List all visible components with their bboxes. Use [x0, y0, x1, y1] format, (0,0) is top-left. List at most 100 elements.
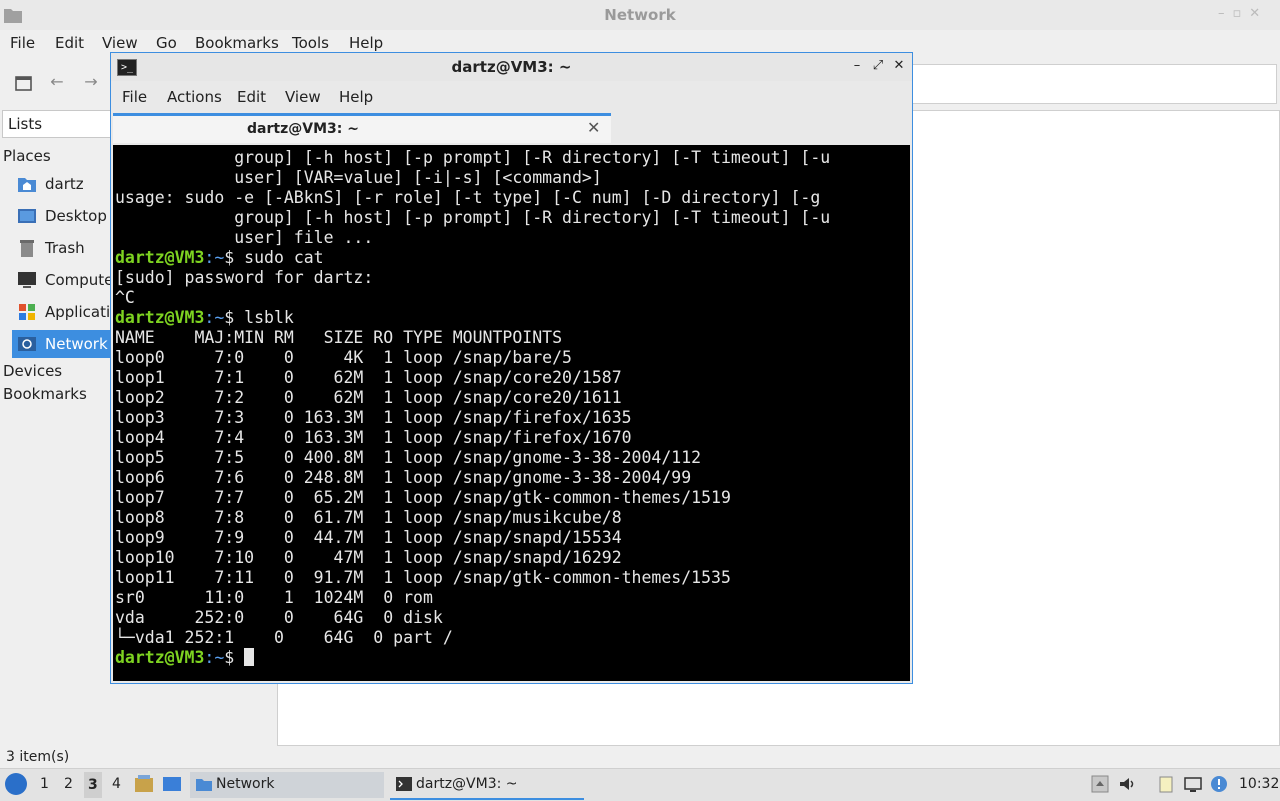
- terminal-menubar: File Actions Edit View Help: [111, 83, 912, 109]
- workspace-3[interactable]: 3: [84, 772, 102, 798]
- terminal-output-line: loop1 7:1 0 62M 1 loop /snap/core20/1587: [115, 368, 622, 387]
- terminal-menu-file[interactable]: File: [122, 88, 147, 106]
- network-icon: [18, 337, 36, 351]
- terminal-titlebar[interactable]: >_ dartz@VM3: ~ – ⤢ ✕: [111, 53, 912, 81]
- workspace-2[interactable]: 2: [64, 776, 73, 792]
- terminal-tab-label: dartz@VM3: ~: [247, 121, 359, 137]
- menu-help[interactable]: Help: [349, 34, 383, 52]
- terminal-output-line: vda 252:0 0 64G 0 disk: [115, 608, 443, 627]
- task-label: Network: [216, 776, 275, 792]
- terminal-output-line: usage: sudo -e [-ABknS] [-r role] [-t ty…: [115, 188, 821, 207]
- task-network[interactable]: Network: [190, 772, 384, 798]
- clipboard-icon[interactable]: [1157, 775, 1175, 793]
- forward-arrow-icon[interactable]: →: [79, 72, 103, 94]
- menu-view[interactable]: View: [102, 34, 138, 52]
- workspace-1[interactable]: 1: [40, 776, 49, 792]
- start-menu-icon[interactable]: [5, 773, 27, 795]
- show-desktop-icon[interactable]: [162, 775, 182, 793]
- terminal-output-line: NAME MAJ:MIN RM SIZE RO TYPE MOUNTPOINTS: [115, 328, 563, 347]
- terminal-output-line: user] file ...: [115, 228, 374, 247]
- clock[interactable]: 10:32: [1239, 776, 1279, 792]
- new-window-icon[interactable]: [12, 72, 36, 94]
- sidebar-item-dartz[interactable]: dartz: [12, 170, 110, 198]
- terminal-output-line: loop9 7:9 0 44.7M 1 loop /snap/snapd/155…: [115, 528, 622, 547]
- menu-edit[interactable]: Edit: [55, 34, 84, 52]
- terminal-menu-edit[interactable]: Edit: [237, 88, 266, 106]
- terminal-output-line: loop3 7:3 0 163.3M 1 loop /snap/firefox/…: [115, 408, 632, 427]
- sidebar-item-computer[interactable]: Computer: [12, 266, 120, 294]
- menu-go[interactable]: Go: [156, 34, 177, 52]
- desktop-icon: [18, 209, 36, 223]
- computer-icon: [18, 272, 36, 288]
- menu-file[interactable]: File: [10, 34, 35, 52]
- terminal-output-line: sr0 11:0 1 1024M 0 rom: [115, 588, 433, 607]
- sidebar-item-desktop[interactable]: Desktop: [12, 202, 110, 230]
- terminal-output-line: loop5 7:5 0 400.8M 1 loop /snap/gnome-3-…: [115, 448, 702, 467]
- update-notification-icon[interactable]: [1210, 775, 1228, 793]
- sidebar-item-label: Desktop: [45, 207, 107, 225]
- command-text: $: [224, 648, 245, 667]
- command-text: $ sudo cat: [224, 248, 324, 267]
- terminal-output-line: loop7 7:7 0 65.2M 1 loop /snap/gtk-commo…: [115, 488, 731, 507]
- places-heading[interactable]: Places: [3, 147, 51, 165]
- status-bar-text: 3 item(s): [6, 749, 70, 765]
- sidebar-item-label: Applications: [45, 303, 110, 321]
- file-manager-window-controls[interactable]: –▫✕: [1218, 6, 1268, 21]
- terminal-output-line: ^C: [115, 288, 135, 307]
- task-terminal[interactable]: dartz@VM3: ~: [390, 772, 584, 800]
- terminal-command-line: dartz@VM3:~$ lsblk: [115, 308, 830, 328]
- terminal-output-line: loop8 7:8 0 61.7M 1 loop /snap/musikcube…: [115, 508, 622, 527]
- terminal-output-line: loop10 7:10 0 47M 1 loop /snap/snapd/162…: [115, 548, 622, 567]
- close-icon[interactable]: ✕: [890, 57, 908, 75]
- terminal-output-line: [sudo] password for dartz:: [115, 268, 374, 287]
- location-bar[interactable]: [912, 64, 1277, 104]
- terminal-lines: group] [-h host] [-p prompt] [-R directo…: [115, 148, 830, 668]
- folder-icon: [196, 779, 212, 791]
- prompt-user: dartz@VM3: [115, 308, 205, 327]
- command-text: $ lsblk: [224, 308, 294, 327]
- file-manager-launcher-icon[interactable]: [134, 775, 154, 793]
- taskbar: 1 2 3 4 Network dartz@VM3: ~ 10:32: [0, 768, 1280, 801]
- workspace-4[interactable]: 4: [112, 776, 121, 792]
- prompt-path: :~: [204, 308, 225, 327]
- bookmarks-heading[interactable]: Bookmarks: [3, 385, 87, 403]
- terminal-command-line: dartz@VM3:~$: [115, 648, 830, 668]
- menu-bookmarks[interactable]: Bookmarks: [195, 34, 279, 52]
- sidebar-item-label: Computer: [45, 271, 120, 289]
- sidebar-item-label: dartz: [45, 175, 84, 193]
- terminal-output[interactable]: group] [-h host] [-p prompt] [-R directo…: [113, 145, 910, 681]
- terminal-menu-help[interactable]: Help: [339, 88, 373, 106]
- sidebar-item-network[interactable]: Network: [12, 330, 110, 358]
- terminal-menu-actions[interactable]: Actions: [167, 88, 222, 106]
- terminal-tab[interactable]: dartz@VM3: ~ ✕: [113, 113, 611, 143]
- sidebar-view-combo-value: Lists: [8, 115, 43, 133]
- terminal-output-line: group] [-h host] [-p prompt] [-R directo…: [115, 208, 831, 227]
- terminal-menu-view[interactable]: View: [285, 88, 321, 106]
- back-arrow-icon[interactable]: ←: [45, 72, 69, 94]
- volume-icon[interactable]: [1118, 775, 1136, 793]
- sidebar-view-combo[interactable]: Lists: [2, 110, 112, 138]
- terminal-tab-bar: dartz@VM3: ~ ✕: [111, 111, 912, 145]
- terminal-output-line: loop11 7:11 0 91.7M 1 loop /snap/gtk-com…: [115, 568, 731, 587]
- terminal-output-line: group] [-h host] [-p prompt] [-R directo…: [115, 148, 831, 167]
- minimize-icon[interactable]: –: [848, 57, 866, 75]
- tab-close-icon[interactable]: ✕: [587, 118, 600, 137]
- prompt-user: dartz@VM3: [115, 248, 205, 267]
- terminal-command-line: dartz@VM3:~$ sudo cat: [115, 248, 830, 268]
- menu-tools[interactable]: Tools: [292, 34, 329, 52]
- sidebar-item-trash[interactable]: Trash: [12, 234, 110, 262]
- maximize-icon[interactable]: ⤢: [869, 57, 887, 75]
- sidebar-item-applications[interactable]: Applications: [12, 298, 110, 326]
- terminal-icon: [396, 777, 412, 791]
- applications-icon: [19, 304, 35, 320]
- tray-arrow-icon[interactable]: [1091, 775, 1109, 793]
- terminal-output-line: loop2 7:2 0 62M 1 loop /snap/core20/1611: [115, 388, 622, 407]
- terminal-title: dartz@VM3: ~: [451, 58, 572, 76]
- terminal-output-line: user] [VAR=value] [-i|-s] [<command>]: [115, 168, 602, 187]
- file-manager-titlebar[interactable]: Network –▫✕: [0, 0, 1280, 30]
- terminal-output-line: loop4 7:4 0 163.3M 1 loop /snap/firefox/…: [115, 428, 632, 447]
- devices-heading[interactable]: Devices: [3, 362, 62, 380]
- terminal-output-line: loop6 7:6 0 248.8M 1 loop /snap/gnome-3-…: [115, 468, 692, 487]
- network-status-icon[interactable]: [1184, 775, 1202, 793]
- prompt-path: :~: [204, 248, 225, 267]
